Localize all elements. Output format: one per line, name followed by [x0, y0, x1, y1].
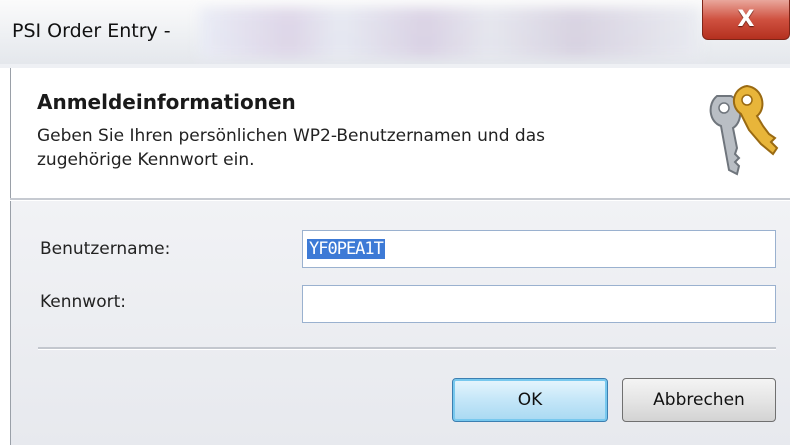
header-description: Geben Sie Ihren persönlichen WP2-Benutze…: [37, 126, 545, 170]
username-field[interactable]: YF0PEA1T: [302, 230, 776, 268]
window-title: PSI Order Entry -: [12, 20, 171, 42]
ok-button[interactable]: OK: [452, 378, 608, 422]
form-divider: [38, 347, 776, 350]
password-label: Kennwort:: [40, 292, 126, 312]
blurred-title-region: [200, 8, 700, 58]
username-value: YF0PEA1T: [307, 239, 385, 259]
header-title: Anmeldeinformationen: [37, 90, 296, 114]
dialog-header: Anmeldeinformationen Geben Sie Ihren per…: [10, 68, 790, 198]
title-bar: PSI Order Entry - X: [0, 0, 790, 65]
cancel-button[interactable]: Abbrechen: [622, 378, 776, 422]
username-label: Benutzername:: [40, 239, 171, 259]
password-field[interactable]: [302, 285, 776, 323]
keys-icon: [709, 84, 779, 176]
close-button[interactable]: X: [702, 0, 790, 40]
